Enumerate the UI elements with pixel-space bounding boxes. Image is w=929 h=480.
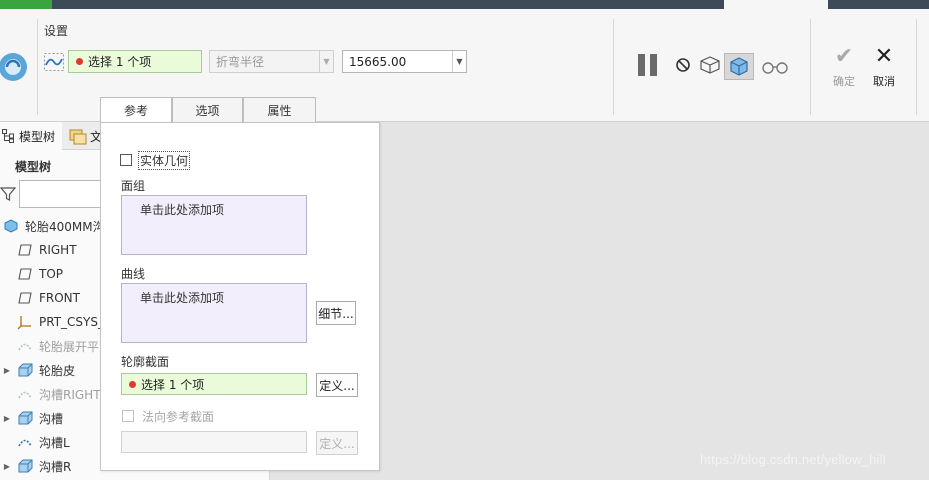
tree-item-label: PRT_CSYS_ — [39, 315, 104, 329]
tree-item[interactable]: ▶ 沟槽R — [0, 454, 71, 478]
tab-model-tree-label: 模型树 — [19, 129, 56, 144]
separator — [37, 19, 38, 115]
separator — [916, 19, 917, 115]
verify-model-icon — [730, 57, 748, 76]
filter-icon[interactable] — [0, 186, 16, 202]
folder-icon — [69, 129, 87, 145]
close-icon: ✕ — [874, 44, 894, 69]
bend-radius-dropdown[interactable]: 折弯半径 ▼ — [209, 50, 334, 73]
part-icon — [0, 219, 22, 233]
tree-item[interactable]: 沟槽RIGHT — [0, 382, 101, 406]
flatten-icon — [14, 339, 36, 353]
curves-collector[interactable]: 单击此处添加项 — [121, 283, 307, 343]
tab-options[interactable]: 选项 — [172, 97, 243, 122]
tab-references[interactable]: 参考 — [100, 97, 172, 123]
tab-model-tree[interactable]: 模型树 — [0, 122, 62, 150]
separator — [613, 19, 614, 115]
tab-folder-browser[interactable]: 文 — [68, 122, 102, 150]
tree-item[interactable]: ▶ 沟槽 — [0, 406, 63, 430]
tree-item[interactable]: FRONT — [0, 286, 80, 310]
tree-item[interactable]: 轮胎400MM沟 — [0, 214, 105, 238]
ok-label: 确定 — [833, 75, 855, 88]
value-field[interactable]: 15665.00 ▼ — [342, 50, 467, 73]
tree-search-input[interactable] — [19, 180, 109, 208]
profile-sketch-label: 轮廓截面 — [121, 355, 170, 369]
define-button[interactable]: 定义... — [316, 373, 358, 397]
cancel-button[interactable]: ✕ 取消 — [866, 45, 902, 89]
checkmark-icon: ✔ — [834, 44, 854, 69]
flatten-icon — [14, 387, 36, 401]
tree-item[interactable]: RIGHT — [0, 238, 77, 262]
required-dot-icon — [76, 58, 83, 65]
model-tree-title: 模型树 — [15, 160, 52, 174]
expand-arrow-icon[interactable]: ▶ — [0, 366, 14, 375]
bend-radius-placeholder: 折弯半径 — [216, 55, 265, 69]
tree-item[interactable]: PRT_CSYS_ — [0, 310, 104, 334]
datum-plane-icon — [14, 292, 36, 304]
tree-item-label: 沟槽R — [39, 459, 72, 474]
tree-item-label: 沟槽RIGHT — [39, 387, 101, 402]
normal-reference-collector[interactable] — [121, 431, 307, 453]
tree-item[interactable]: 轮胎展开平 — [0, 334, 99, 358]
value-field-text: 15665.00 — [349, 54, 407, 69]
panel-tabs: 参考 选项 属性 — [100, 97, 316, 123]
datum-plane-icon — [14, 244, 36, 256]
tree-item-label: 沟槽L — [39, 435, 70, 450]
separator — [810, 19, 811, 115]
chevron-down-icon: ▼ — [319, 51, 333, 72]
solid-feature-icon — [14, 411, 36, 425]
quilts-placeholder: 单击此处添加项 — [140, 203, 225, 217]
curve-collector-icon — [44, 53, 64, 71]
tree-item-label: TOP — [39, 267, 64, 281]
tree-item-label: RIGHT — [39, 243, 77, 257]
settings-group-title: 设置 — [44, 24, 69, 38]
pause-icon[interactable] — [636, 53, 660, 77]
glasses-icon[interactable] — [761, 59, 789, 75]
normal-reference-label: 法向参考截面 — [142, 410, 215, 424]
required-dot-icon — [129, 380, 136, 388]
flatten-feature-icon — [0, 53, 27, 81]
cancel-label: 取消 — [873, 75, 895, 88]
solid-geometry-label[interactable]: 实体几何 — [138, 151, 191, 170]
ribbon-tab-strip — [0, 0, 929, 9]
bend-icon — [14, 435, 36, 449]
profile-sketch-collector-label: 选择 1 个项 — [141, 377, 205, 392]
expand-arrow-icon[interactable]: ▶ — [0, 462, 14, 471]
define-button-disabled[interactable]: 定义... — [316, 431, 358, 455]
no-preview-icon[interactable] — [675, 57, 691, 73]
normal-reference-checkbox[interactable] — [122, 410, 134, 422]
curves-placeholder: 单击此处添加项 — [140, 291, 225, 305]
tree-item-label: 轮胎展开平 — [39, 339, 100, 354]
chevron-down-icon[interactable]: ▼ — [452, 51, 466, 72]
curves-label: 曲线 — [121, 267, 146, 281]
tree-item[interactable]: ▶ 轮胎皮 — [0, 358, 75, 382]
solid-geometry-checkbox[interactable] — [120, 154, 132, 166]
reference-collector-label: 选择 1 个项 — [88, 55, 152, 69]
tab-properties[interactable]: 属性 — [243, 97, 316, 122]
tree-filter — [0, 180, 110, 208]
watermark: https://blog.csdn.net/yellow_hill — [700, 452, 886, 467]
csys-icon — [14, 314, 36, 330]
file-tab[interactable] — [0, 0, 52, 9]
datum-plane-icon — [14, 268, 36, 280]
tree-item-label: 轮胎400MM沟 — [25, 219, 105, 234]
reference-collector[interactable]: 选择 1 个项 — [68, 50, 202, 73]
tree-item[interactable]: TOP — [0, 262, 63, 286]
tree-item-label: 沟槽 — [39, 411, 64, 426]
tree-item-label: FRONT — [39, 291, 80, 305]
solid-feature-icon — [14, 459, 36, 473]
quilts-label: 面组 — [121, 179, 146, 193]
expand-arrow-icon[interactable]: ▶ — [0, 414, 14, 423]
profile-sketch-collector[interactable]: 选择 1 个项 — [121, 373, 307, 395]
active-ribbon-tab[interactable] — [724, 0, 828, 9]
ok-button[interactable]: ✔ 确定 — [826, 45, 862, 89]
tree-item[interactable]: 沟槽L — [0, 430, 70, 454]
references-panel: 实体几何 面组 单击此处添加项 曲线 单击此处添加项 细节... 轮廓截面 选择… — [100, 122, 380, 471]
details-button[interactable]: 细节... — [316, 301, 356, 325]
tree-item-label: 轮胎皮 — [39, 363, 76, 378]
solid-feature-icon — [14, 363, 36, 377]
geometry-preview-icon[interactable] — [699, 55, 721, 75]
quilts-collector[interactable]: 单击此处添加项 — [121, 195, 307, 255]
model-tree-icon — [2, 129, 14, 143]
